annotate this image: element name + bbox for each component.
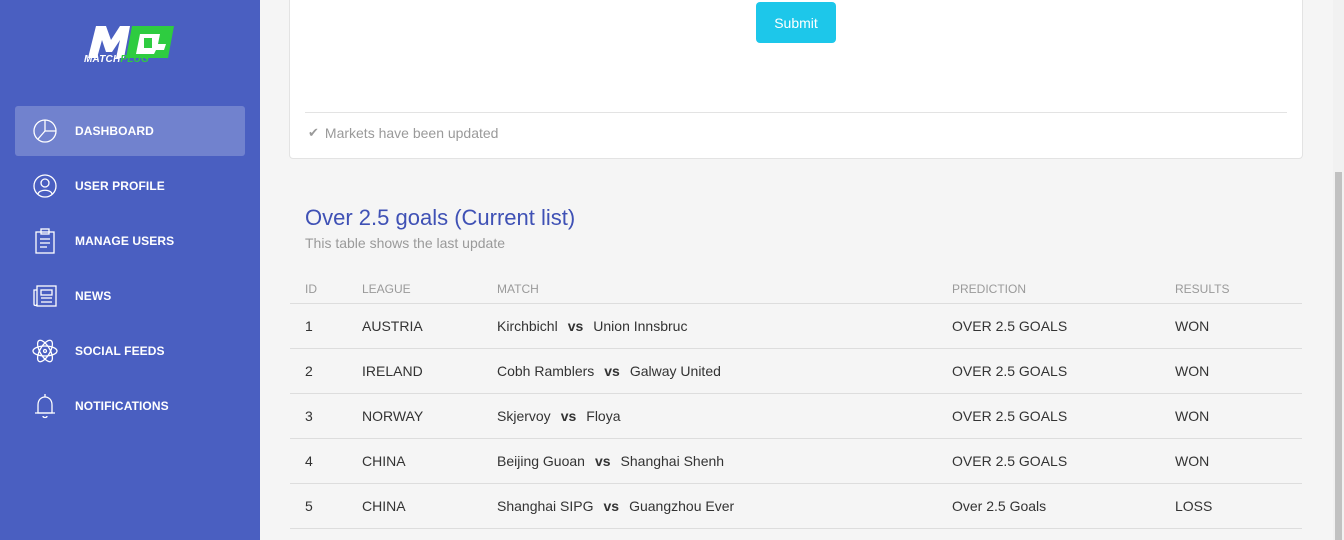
table-header: ID LEAGUE MATCH PREDICTION RESULTS <box>290 274 1302 304</box>
sidebar-item-user-profile[interactable]: USER PROFILE <box>15 161 245 211</box>
main-content: Submit ✔ Markets have been updated Over … <box>260 0 1344 540</box>
header-id[interactable]: ID <box>305 282 317 296</box>
clipboard-icon <box>31 227 59 255</box>
sidebar-item-label: NEWS <box>75 289 112 303</box>
home-team: Cobh Ramblers <box>497 363 595 379</box>
cell-prediction: OVER 2.5 GOALS <box>952 363 1068 379</box>
header-prediction[interactable]: PREDICTION <box>952 282 1026 296</box>
cell-league: AUSTRIA <box>362 318 423 334</box>
predictions-table: ID LEAGUE MATCH PREDICTION RESULTS 1 AUS… <box>290 274 1302 529</box>
update-form-card: Submit ✔ Markets have been updated <box>289 0 1303 159</box>
cell-prediction: OVER 2.5 GOALS <box>952 408 1068 424</box>
away-team: Floya <box>586 408 621 424</box>
bell-icon <box>31 392 59 420</box>
vs-label: vs <box>594 453 611 469</box>
cell-id: 2 <box>305 363 313 379</box>
cell-id: 4 <box>305 453 313 469</box>
table-row[interactable]: 4 CHINA Beijing Guoan vs Shanghai Shenh OV… <box>290 439 1302 484</box>
cell-result: WON <box>1175 363 1210 379</box>
sidebar-item-label: MANAGE USERS <box>75 234 175 248</box>
table-row[interactable]: 1 AUSTRIA Kirchbichl vs Union Innsbruc OVE… <box>290 304 1302 349</box>
cell-league: NORWAY <box>362 408 424 424</box>
table-row[interactable]: 2 IRELAND Cobh Ramblers vs Galway United O… <box>290 349 1302 394</box>
vs-label: vs <box>567 318 584 334</box>
cell-match: Skjervoy vs Floya <box>497 408 621 424</box>
sidebar-item-news[interactable]: NEWS <box>15 271 245 321</box>
atom-icon <box>31 337 59 365</box>
pie-chart-icon <box>31 117 59 145</box>
page-scrollbar[interactable] <box>1333 0 1344 540</box>
home-team: Beijing Guoan <box>497 453 585 469</box>
home-team: Shanghai SIPG <box>497 498 594 514</box>
sidebar-item-label: SOCIAL FEEDS <box>75 344 165 358</box>
cell-league: CHINA <box>362 453 406 469</box>
table-row[interactable]: 5 CHINA Shanghai SIPG vs Guangzhou Ever Ov… <box>290 484 1302 529</box>
check-icon: ✔ <box>308 125 319 140</box>
cell-prediction: OVER 2.5 GOALS <box>952 453 1068 469</box>
sidebar-item-social-feeds[interactable]: SOCIAL FEEDS <box>15 326 245 376</box>
sidebar-item-label: DASHBOARD <box>75 124 154 138</box>
sidebar-item-label: USER PROFILE <box>75 179 165 193</box>
home-team: Skjervoy <box>497 408 551 424</box>
cell-match: Kirchbichl vs Union Innsbruc <box>497 318 687 334</box>
scrollbar-thumb[interactable] <box>1335 172 1342 540</box>
status-text: Markets have been updated <box>324 125 499 141</box>
cell-league: IRELAND <box>362 363 423 379</box>
cell-result: WON <box>1175 408 1210 424</box>
away-team: Galway United <box>629 363 721 379</box>
cell-match: Beijing Guoan vs Shanghai Shenh <box>497 453 724 469</box>
newspaper-icon <box>31 282 59 310</box>
header-league[interactable]: LEAGUE <box>362 282 411 296</box>
vs-label: vs <box>603 498 620 514</box>
user-icon <box>31 172 59 200</box>
logo-wordmark: MATCHPLUG <box>84 54 149 65</box>
away-team: Guangzhou Ever <box>629 498 735 514</box>
status-message: ✔ Markets have been updated <box>308 125 498 141</box>
away-team: Union Innsbruc <box>593 318 688 334</box>
vs-label: vs <box>604 363 620 379</box>
cell-result: LOSS <box>1175 498 1213 514</box>
header-match[interactable]: MATCH <box>497 282 539 296</box>
home-team: Kirchbichl <box>497 318 558 334</box>
cell-result: WON <box>1175 453 1210 469</box>
cell-prediction: OVER 2.5 GOALS <box>952 318 1068 334</box>
table-subtitle: This table shows the last update <box>305 235 506 251</box>
cell-id: 3 <box>305 408 313 424</box>
cell-result: WON <box>1175 318 1210 334</box>
sidebar-item-manage-users[interactable]: MANAGE USERS <box>15 216 245 266</box>
cell-match: Cobh Ramblers vs Galway United <box>497 363 721 379</box>
cell-league: CHINA <box>362 498 406 514</box>
cell-match: Shanghai SIPG vs Guangzhou Ever <box>497 498 734 514</box>
card-divider <box>305 112 1287 113</box>
away-team: Shanghai Shenh <box>620 453 725 469</box>
sidebar-item-notifications[interactable]: NOTIFICATIONS <box>15 381 245 431</box>
cell-prediction: Over 2.5 Goals <box>952 498 1047 514</box>
cell-id: 1 <box>305 318 313 334</box>
sidebar-item-dashboard[interactable]: DASHBOARD <box>15 106 245 156</box>
submit-button[interactable]: Submit <box>756 2 836 43</box>
header-results[interactable]: RESULTS <box>1175 282 1229 296</box>
cell-id: 5 <box>305 498 313 514</box>
sidebar-item-label: NOTIFICATIONS <box>75 399 169 413</box>
vs-label: vs <box>560 408 577 424</box>
table-title: Over 2.5 goals (Current list) <box>305 205 576 230</box>
sidebar: MATCHPLUG DASHBOARD USER PROFILE MANAGE … <box>0 0 260 540</box>
sidebar-nav: DASHBOARD USER PROFILE MANAGE USERS NEWS… <box>15 106 245 436</box>
table-row[interactable]: 3 NORWAY Skjervoy vs Floya OVER 2.5 GOALS … <box>290 394 1302 439</box>
